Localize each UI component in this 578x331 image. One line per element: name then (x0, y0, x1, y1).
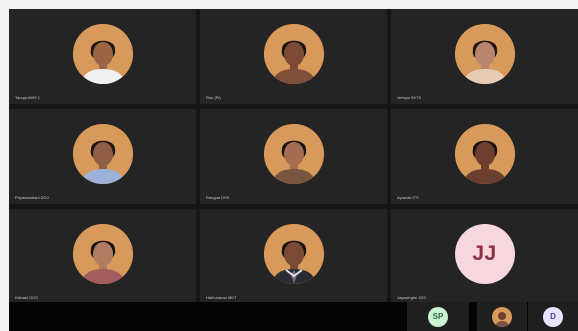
participant-avatar (263, 23, 324, 84)
participant-tile[interactable]: Rangna DSS (200, 109, 387, 204)
person-silhouette-icon (454, 123, 515, 184)
participant-avatar (72, 23, 133, 84)
person-silhouette-icon (263, 223, 324, 284)
participant-initials-avatar: JJ (454, 223, 515, 284)
thumbnail-initials: D (543, 306, 563, 327)
person-silhouette-icon (263, 123, 324, 184)
participant-name: Hathunaran MKT (206, 295, 237, 300)
person-silhouette-icon (454, 23, 515, 84)
participant-tile[interactable]: Hathunaran MKT (200, 209, 387, 304)
participant-tile[interactable]: Kishani DOS (9, 209, 196, 304)
participant-thumbnail[interactable] (477, 302, 527, 331)
participant-avatar (72, 223, 133, 284)
thumbnail-avatar (492, 306, 512, 327)
participant-avatar (72, 123, 133, 184)
participant-tile[interactable]: Ayravati ITS (391, 109, 578, 204)
meeting-window: Tanuja AWS 1 Ruu (Pi) Jerisya SKTS Priyadar… (9, 9, 578, 331)
participant-tile[interactable]: Tanuja AWS 1 (9, 9, 196, 104)
screenshot-stage: Tanuja AWS 1 Ruu (Pi) Jerisya SKTS Priyadar… (0, 0, 578, 331)
participant-avatar (263, 123, 324, 184)
participant-tile[interactable]: Ruu (Pi) (200, 9, 387, 104)
participant-avatar (454, 123, 515, 184)
person-silhouette-icon (72, 223, 133, 284)
participant-tile[interactable]: Jerisya SKTS (391, 9, 578, 104)
participant-thumbnail[interactable]: SP (407, 302, 469, 331)
participant-name: Tanuja AWS 1 (15, 95, 40, 100)
participant-avatar (263, 223, 324, 284)
participant-name: Rangna DSS (206, 195, 230, 200)
person-silhouette-icon (72, 23, 133, 84)
bottom-thumbnail-strip: SP D (9, 302, 578, 331)
participant-name: Jerisya SKTS (397, 95, 422, 100)
participant-tile[interactable]: JJ Jayasinghe JDS (391, 209, 578, 304)
participant-name: Jayasinghe JDS (397, 295, 426, 300)
person-silhouette-icon (263, 23, 324, 84)
video-grid: Tanuja AWS 1 Ruu (Pi) Jerisya SKTS Priyadar… (9, 9, 578, 304)
participant-name: Ruu (Pi) (206, 95, 221, 100)
participant-name: Ayravati ITS (397, 195, 419, 200)
thumbnail-initials: SP (428, 306, 448, 327)
person-silhouette-icon (495, 311, 509, 327)
participant-name: Kishani DOS (15, 295, 38, 300)
participant-thumbnail[interactable]: D (528, 302, 578, 331)
participant-avatar (454, 23, 515, 84)
participant-name: Priyadarshani DOJ (15, 195, 49, 200)
person-silhouette-icon (72, 123, 133, 184)
participant-tile[interactable]: Priyadarshani DOJ (9, 109, 196, 204)
